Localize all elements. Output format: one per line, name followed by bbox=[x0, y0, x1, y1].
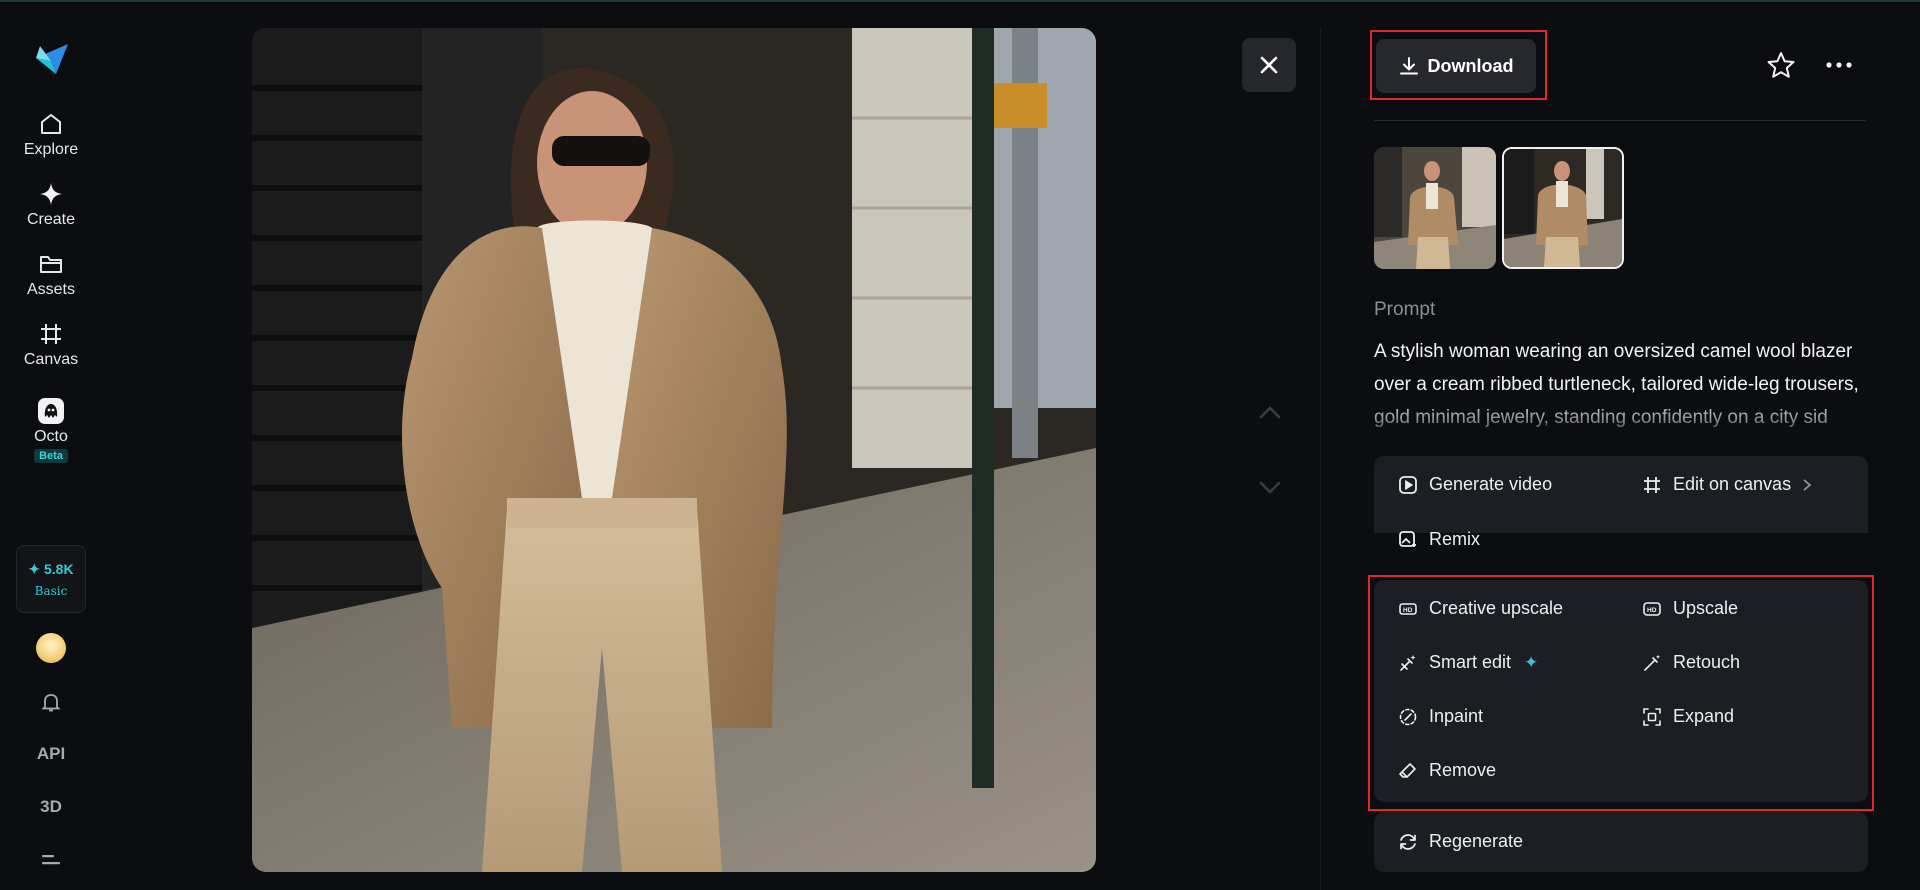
chevron-down-icon bbox=[1259, 481, 1281, 494]
refresh-icon bbox=[1400, 833, 1416, 850]
retouch-button[interactable]: Retouch bbox=[1642, 652, 1740, 673]
primary-actions-row-anchor bbox=[1374, 456, 1868, 533]
expand-label: Expand bbox=[1673, 706, 1735, 726]
remove-button[interactable]: Remove bbox=[1398, 760, 1496, 781]
avatar[interactable] bbox=[36, 633, 66, 663]
sidebar-item-label: Assets bbox=[26, 281, 75, 298]
sidebar-item-label: Create bbox=[26, 211, 76, 228]
bell-icon[interactable] bbox=[39, 690, 63, 714]
smart-edit-button[interactable]: Smart edit ✦ bbox=[1398, 652, 1538, 673]
sidebar-item-assets[interactable]: Assets bbox=[0, 250, 102, 299]
inpaint-button[interactable]: Inpaint bbox=[1398, 706, 1483, 727]
hd-upscale-icon: HD bbox=[1643, 601, 1661, 616]
svg-text:HD: HD bbox=[1403, 607, 1413, 614]
plan-label: Basic bbox=[34, 583, 68, 598]
prompt-label: Prompt bbox=[1374, 299, 1436, 320]
download-icon bbox=[1399, 57, 1418, 75]
inpaint-brush-icon bbox=[1399, 708, 1417, 725]
sparkle-icon bbox=[37, 180, 65, 208]
chevron-up-icon bbox=[1259, 406, 1281, 419]
smart-edit-label: Smart edit bbox=[1429, 652, 1512, 672]
menu-icon[interactable] bbox=[40, 852, 60, 868]
image-illustration bbox=[252, 28, 1096, 872]
creative-upscale-icon: HD bbox=[1399, 602, 1417, 615]
sidebar-item-label: Explore bbox=[23, 141, 79, 158]
upscale-label: Upscale bbox=[1673, 598, 1739, 618]
eraser-icon bbox=[1399, 762, 1416, 778]
thumbnail-image bbox=[1504, 149, 1622, 267]
inpaint-label: Inpaint bbox=[1429, 706, 1484, 726]
close-button[interactable] bbox=[1242, 38, 1296, 92]
smart-edit-wand-icon bbox=[1400, 654, 1416, 671]
prompt-text[interactable]: A stylish woman wearing an oversized cam… bbox=[1374, 335, 1868, 435]
download-label: Download bbox=[1427, 55, 1514, 76]
panel-divider bbox=[1320, 28, 1321, 890]
remove-label: Remove bbox=[1429, 760, 1497, 780]
top-accent-line bbox=[0, 0, 1920, 2]
sidebar-item-label: Octo bbox=[34, 428, 68, 445]
creative-upscale-label: Creative upscale bbox=[1429, 598, 1564, 618]
sidebar-item-octo[interactable]: Octo Beta bbox=[0, 397, 102, 463]
remix-image-icon bbox=[1399, 530, 1416, 547]
left-sidebar: Explore Create Assets Canvas Octo Beta ✦… bbox=[0, 2, 102, 890]
3d-link[interactable]: 3D bbox=[0, 797, 102, 817]
api-link[interactable]: API bbox=[0, 744, 102, 764]
retouch-wand-icon bbox=[1644, 654, 1661, 671]
header-divider bbox=[1374, 120, 1866, 121]
home-icon bbox=[37, 110, 65, 138]
download-button[interactable]: Download bbox=[1376, 39, 1536, 93]
more-options-button[interactable] bbox=[1824, 50, 1854, 80]
creative-upscale-button[interactable]: HD Creative upscale bbox=[1398, 598, 1563, 619]
svg-text:HD: HD bbox=[1647, 607, 1657, 614]
remix-button[interactable]: Remix bbox=[1398, 529, 1480, 550]
more-horizontal-icon bbox=[1826, 62, 1852, 68]
sidebar-item-explore[interactable]: Explore bbox=[0, 110, 102, 159]
thumbnail-image bbox=[1374, 147, 1496, 269]
generated-image[interactable] bbox=[252, 28, 1096, 872]
octo-icon bbox=[37, 397, 65, 425]
credits-amount: ✦ 5.8K bbox=[28, 560, 74, 577]
folder-icon bbox=[37, 250, 65, 278]
credits-badge[interactable]: ✦ 5.8K Basic bbox=[16, 545, 86, 613]
previous-image-button[interactable] bbox=[1255, 402, 1285, 422]
upscale-button[interactable]: HD Upscale bbox=[1642, 598, 1738, 619]
canvas-frame-icon bbox=[37, 320, 65, 348]
regenerate-button[interactable]: Regenerate bbox=[1398, 831, 1523, 852]
favorite-star-icon[interactable] bbox=[1766, 50, 1796, 80]
next-image-button[interactable] bbox=[1255, 478, 1285, 498]
sidebar-item-label: Canvas bbox=[23, 351, 79, 368]
app-logo-icon[interactable] bbox=[34, 40, 70, 76]
expand-icon bbox=[1643, 707, 1661, 726]
close-icon bbox=[1260, 56, 1278, 74]
retouch-label: Retouch bbox=[1673, 652, 1741, 672]
sidebar-item-canvas[interactable]: Canvas bbox=[0, 320, 102, 369]
beta-badge: Beta bbox=[34, 449, 68, 463]
sparkle-icon: ✦ bbox=[1524, 652, 1539, 672]
variation-thumbnail-1[interactable] bbox=[1374, 147, 1496, 269]
regenerate-label: Regenerate bbox=[1429, 831, 1524, 851]
variation-thumbnail-2[interactable] bbox=[1502, 147, 1624, 269]
remix-label: Remix bbox=[1429, 529, 1481, 549]
expand-button[interactable]: Expand bbox=[1642, 706, 1734, 727]
sidebar-item-create[interactable]: Create bbox=[0, 180, 102, 229]
